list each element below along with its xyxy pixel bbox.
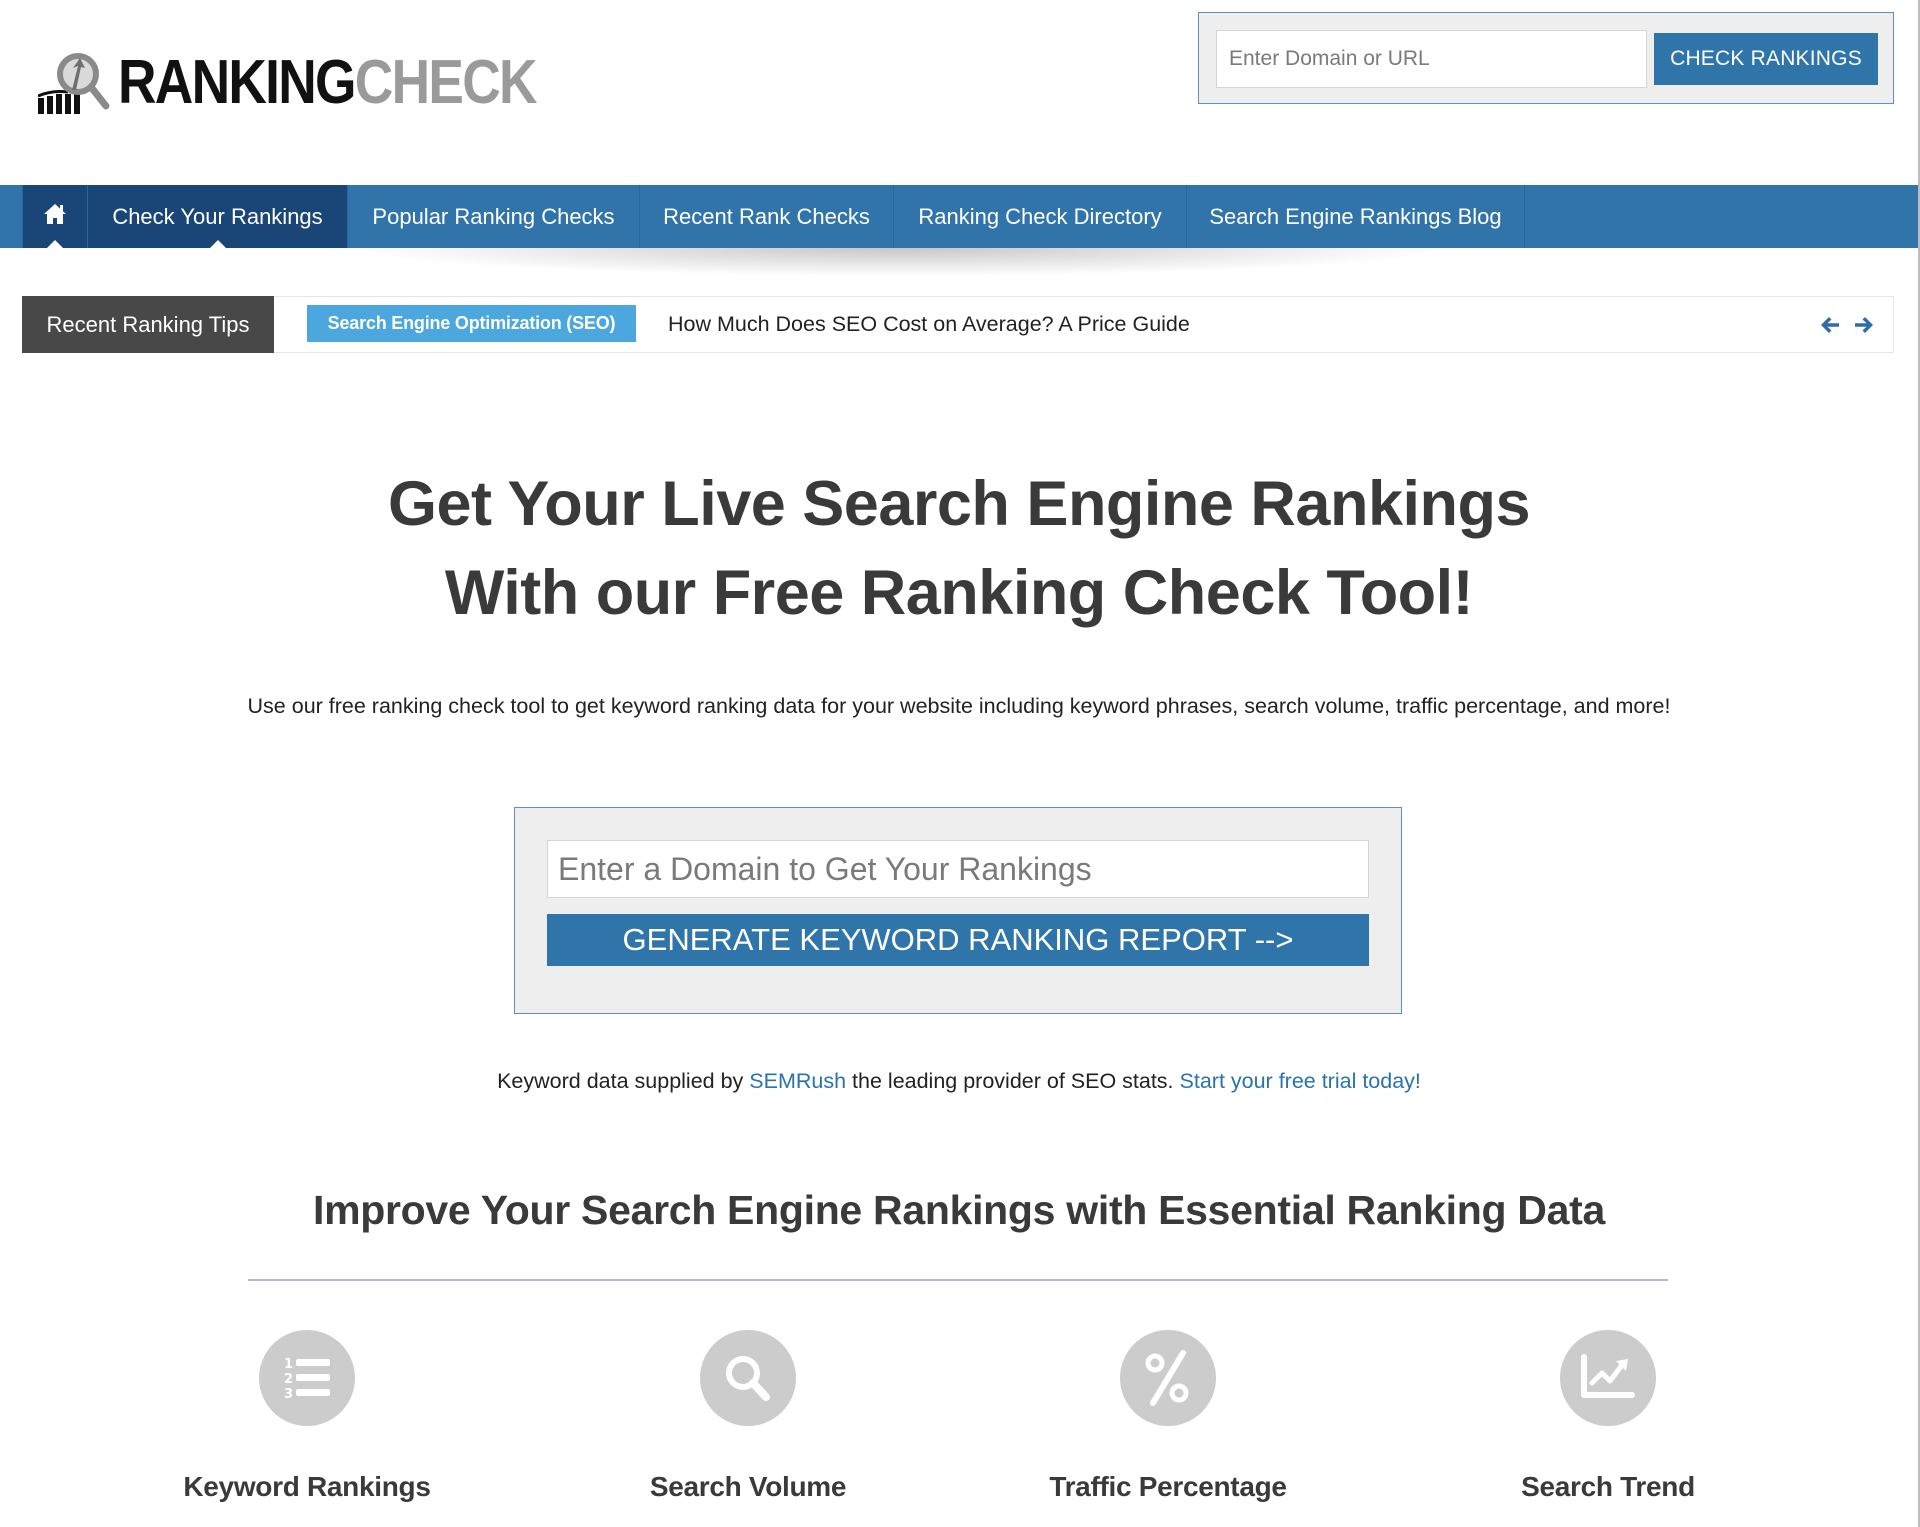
report-form: GENERATE KEYWORD RANKING REPORT --> [514, 807, 1402, 1014]
check-rankings-button[interactable]: CHECK RANKINGS [1654, 33, 1878, 85]
features-heading: Improve Your Search Engine Rankings with… [313, 1187, 1605, 1233]
nav-label: Popular Ranking Checks [372, 203, 615, 229]
data-attribution: Keyword data supplied by SEMRush the lea… [0, 1069, 1918, 1094]
domain-input[interactable] [547, 840, 1369, 898]
nav-shadow [120, 248, 1680, 288]
nav-popular-ranking-checks[interactable]: Popular Ranking Checks [348, 185, 640, 248]
nav-ranking-check-directory[interactable]: Ranking Check Directory [894, 185, 1187, 248]
logo-wordmark: RANKINGCHECK [118, 52, 537, 114]
feature-keyword-rankings: 1 2 3 Keyword Rankings [147, 1330, 467, 1503]
section-divider [248, 1279, 1668, 1281]
nav-home[interactable] [22, 185, 88, 248]
feature-label: Traffic Percentage [1049, 1471, 1287, 1502]
nav-label: Check Your Rankings [112, 203, 323, 229]
hero-heading-line1: Get Your Live Search Engine Rankings [388, 469, 1531, 539]
hero-heading-line2: With our Free Ranking Check Tool! [444, 558, 1474, 628]
svg-text:2: 2 [284, 1372, 293, 1387]
generate-report-button[interactable]: GENERATE KEYWORD RANKING REPORT --> [547, 914, 1369, 966]
nav-search-engine-rankings-blog[interactable]: Search Engine Rankings Blog [1187, 185, 1525, 248]
ticker-title: Recent Ranking Tips [22, 296, 274, 353]
feature-label: Search Volume [649, 1471, 847, 1502]
active-caret [209, 240, 226, 248]
feature-label: Search Trend [1521, 1471, 1695, 1502]
nav-label: Ranking Check Directory [918, 203, 1162, 229]
nav-label: Search Engine Rankings Blog [1209, 203, 1502, 229]
semrush-link[interactable]: SEMRush [749, 1069, 846, 1093]
numbered-list-icon: 1 2 3 [259, 1330, 355, 1426]
attribution-prefix: Keyword data supplied by [497, 1069, 750, 1093]
hero-subtitle: Use our free ranking check tool to get k… [247, 694, 1671, 718]
feature-traffic-percentage: Traffic Percentage [1008, 1330, 1328, 1503]
trend-chart-icon [1560, 1330, 1656, 1426]
nav-recent-rank-checks[interactable]: Recent Rank Checks [640, 185, 894, 248]
nav-check-your-rankings[interactable]: Check Your Rankings [88, 185, 348, 248]
arrow-left-icon[interactable] [1819, 314, 1841, 336]
ticker-controls [1819, 297, 1875, 352]
header-domain-input[interactable] [1216, 30, 1647, 88]
site-logo[interactable]: RANKINGCHECK [37, 48, 604, 118]
ticker-headline-link[interactable]: How Much Does SEO Cost on Average? A Pri… [668, 297, 1190, 352]
feature-search-trend: Search Trend [1448, 1330, 1768, 1503]
recent-tips-ticker: Recent Ranking Tips Search Engine Optimi… [22, 296, 1894, 353]
feature-label: Keyword Rankings [183, 1471, 431, 1502]
nav-label: Recent Rank Checks [663, 203, 870, 229]
logo-text-check: CHECK [354, 48, 538, 117]
svg-text:1: 1 [284, 1357, 293, 1372]
feature-search-volume: Search Volume [588, 1330, 908, 1503]
svg-text:3: 3 [284, 1387, 293, 1402]
attribution-middle: the leading provider of SEO stats. [846, 1069, 1180, 1093]
search-icon [700, 1330, 796, 1426]
active-caret [47, 240, 63, 248]
hero-heading: Get Your Live Search Engine Rankings Wit… [0, 460, 1918, 638]
header-search-form: CHECK RANKINGS [1198, 12, 1894, 104]
ticker-category-badge[interactable]: Search Engine Optimization (SEO) [307, 305, 636, 342]
arrow-right-icon[interactable] [1853, 314, 1875, 336]
main-nav: Check Your Rankings Popular Ranking Chec… [0, 185, 1918, 248]
percent-icon [1120, 1330, 1216, 1426]
magnifier-chart-logo-icon [37, 50, 118, 116]
home-icon [43, 203, 67, 231]
free-trial-link[interactable]: Start your free trial today! [1180, 1069, 1421, 1093]
logo-text-ranking: RANKING [118, 48, 357, 117]
